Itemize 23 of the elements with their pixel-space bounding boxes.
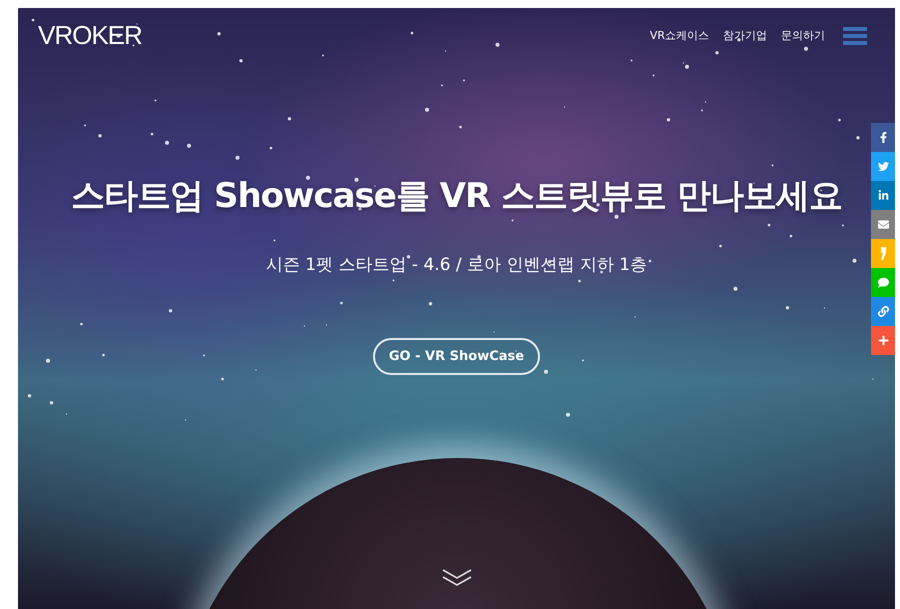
logo[interactable]: VROKER xyxy=(38,20,142,51)
showcase-button[interactable]: GO - VR ShowCase xyxy=(372,338,540,375)
nav-link[interactable]: 문의하기 xyxy=(781,28,825,43)
nav-link[interactable]: VR쇼케이스 xyxy=(650,28,709,43)
share-button[interactable] xyxy=(871,297,895,326)
share-button[interactable] xyxy=(871,210,895,239)
mail-icon xyxy=(878,219,888,230)
share-button[interactable] xyxy=(871,326,895,355)
hero-title: 스타트업 Showcase를 VR 스트릿뷰로 만나보세요 xyxy=(71,175,842,218)
facebook-icon xyxy=(878,132,888,143)
comma-icon xyxy=(880,247,886,260)
plus-icon xyxy=(878,335,888,346)
link-icon xyxy=(878,306,888,317)
nav-link[interactable]: 참가기업 xyxy=(723,28,767,43)
twitter-bird-icon xyxy=(878,161,888,172)
linkedin-icon xyxy=(878,190,888,201)
hero-subtitle: 시즌 1펫 스타트업 - 4.6 / 로아 인벤션랩 지하 1층 xyxy=(266,254,648,276)
share-button[interactable] xyxy=(871,123,895,152)
menu-icon[interactable] xyxy=(843,26,867,46)
share-button[interactable] xyxy=(871,181,895,210)
share-button[interactable] xyxy=(871,152,895,181)
double-chevron-down-icon[interactable] xyxy=(440,568,474,588)
chat-bubble-icon xyxy=(878,277,888,288)
